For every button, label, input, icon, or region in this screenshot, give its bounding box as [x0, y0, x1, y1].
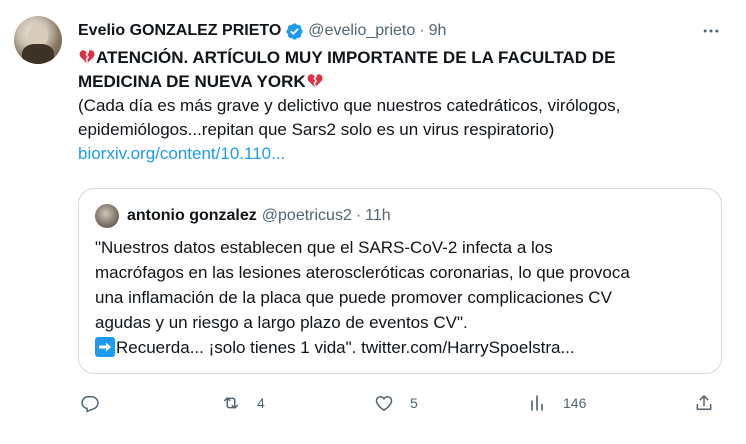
share-icon [696, 395, 712, 410]
quoted-author-display-name[interactable]: antonio gonzalez [127, 207, 257, 225]
quoted-tweet-header: antonio gonzalez @poetricus2 · 11h [127, 205, 391, 227]
reply-button[interactable] [80, 390, 116, 416]
author-avatar[interactable] [14, 16, 62, 64]
tweet-time[interactable]: 9h [429, 22, 447, 40]
quoted-text-line: "Nuestros datos establecen que el SARS-C… [95, 238, 553, 257]
like-count: 5 [410, 395, 418, 411]
tweet-text-line-3: (Cada día es más grave y delictivo que n… [78, 96, 621, 115]
more-icon[interactable] [700, 22, 722, 40]
like-icon [375, 395, 393, 411]
quoted-author-handle[interactable]: @poetricus2 [262, 207, 352, 225]
views-count: 146 [563, 395, 587, 411]
author-handle[interactable]: @evelio_prieto [308, 22, 415, 40]
broken-heart-icon [78, 48, 96, 66]
retweet-icon [224, 397, 238, 409]
views-icon [531, 395, 543, 411]
quoted-text-line: agudas y un riesgo a largo plazo de even… [95, 313, 468, 332]
tweet-text: ATENCIÓN. ARTÍCULO MUY IMPORTANTE DE LA … [78, 46, 718, 166]
tweet-header: Evelio GONZALEZ PRIETO @evelio_prieto · … [78, 20, 446, 42]
tweet-link[interactable]: biorxiv.org/content/10.110... [78, 144, 285, 163]
tweet-text-line-2: MEDICINA DE NUEVA YORK [78, 72, 306, 91]
tweet-text-line-1: ATENCIÓN. ARTÍCULO MUY IMPORTANTE DE LA … [96, 48, 616, 67]
quoted-tweet-time[interactable]: 11h [365, 207, 391, 225]
verified-badge-icon [285, 22, 304, 41]
tweet-actions: 4 5 146 [78, 390, 718, 416]
arrow-right-emoji-icon [95, 337, 115, 357]
retweet-count: 4 [257, 395, 265, 411]
quoted-text-last-line: Recuerda... ¡solo tienes 1 vida". twitte… [116, 338, 575, 357]
quoted-tweet[interactable]: antonio gonzalez @poetricus2 · 11h "Nues… [78, 188, 722, 374]
quoted-text-line: macrófagos en las lesiones ateroscleróti… [95, 263, 630, 282]
author-display-name[interactable]: Evelio GONZALEZ PRIETO [78, 22, 281, 40]
reply-icon [81, 396, 99, 413]
separator-dot: · [419, 22, 425, 39]
retweet-button[interactable]: 4 [221, 390, 265, 416]
tweet[interactable]: Evelio GONZALEZ PRIETO @evelio_prieto · … [0, 0, 746, 444]
quoted-tweet-text: "Nuestros datos establecen que el SARS-C… [95, 235, 715, 360]
share-button[interactable] [694, 390, 714, 416]
tweet-text-line-4: epidemiólogos...repitan que Sars2 solo e… [78, 120, 555, 139]
views-button[interactable]: 146 [527, 390, 586, 416]
separator-dot: · [355, 207, 362, 224]
broken-heart-icon [306, 72, 324, 90]
like-button[interactable]: 5 [374, 390, 418, 416]
quoted-author-avatar[interactable] [95, 204, 119, 228]
quoted-text-line: una inflamación de la placa que puede pr… [95, 288, 612, 307]
